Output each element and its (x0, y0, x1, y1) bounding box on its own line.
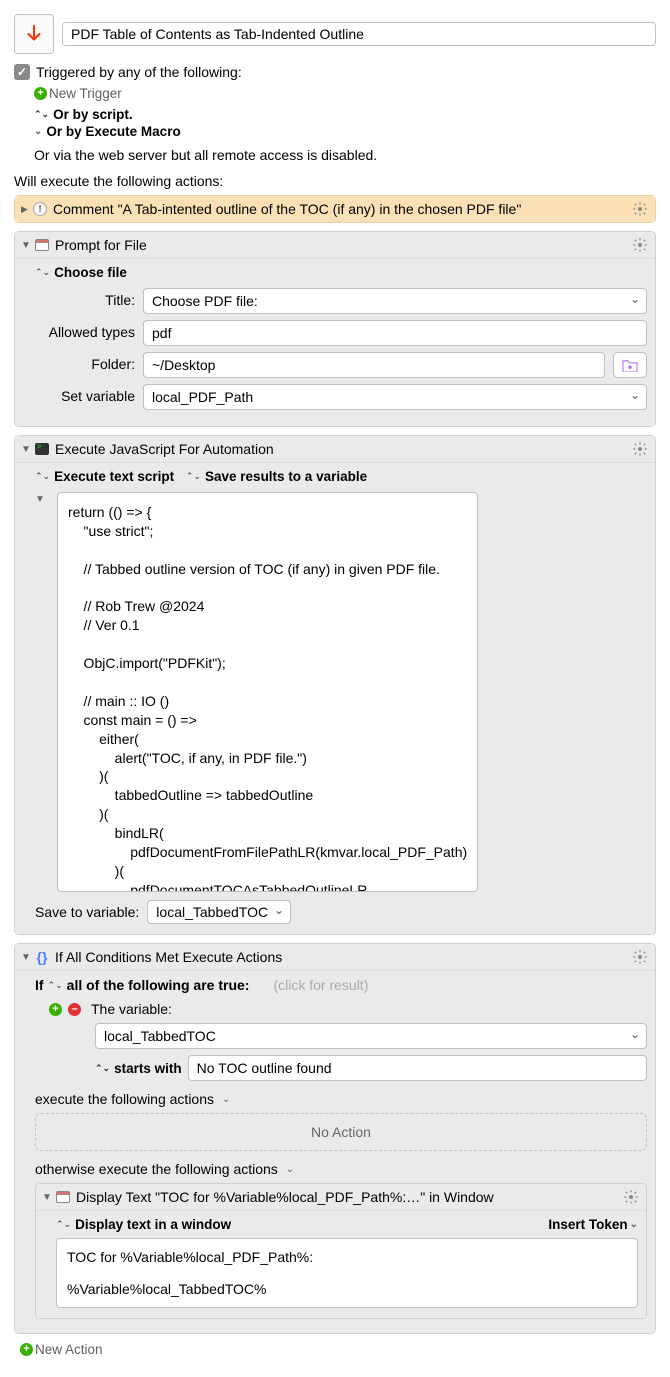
braces-icon: {} (37, 949, 48, 965)
or-by-script[interactable]: ⌃⌄ Or by script. (34, 107, 656, 122)
save-to-variable-field[interactable]: local_TabbedTOC (147, 900, 291, 924)
gear-icon[interactable] (631, 440, 649, 458)
window-icon (35, 239, 49, 251)
disclosure-right-icon[interactable]: ▶ (21, 204, 31, 215)
expand-icon: ⌃⌄ (48, 980, 63, 991)
folder-field[interactable]: ~/Desktop (143, 352, 605, 378)
gear-icon[interactable] (631, 200, 649, 218)
otherwise-label: otherwise execute the following actions (35, 1161, 278, 1177)
comment-action[interactable]: ▶ ! Comment "A Tab-intented outline of t… (14, 195, 656, 223)
expand-icon: ⌃⌄ (35, 471, 50, 482)
triggered-checkbox[interactable] (14, 64, 30, 80)
set-variable-field[interactable]: local_PDF_Path (143, 384, 647, 410)
set-variable-label: Set variable (35, 384, 135, 410)
execute-following-label: execute the following actions (35, 1091, 214, 1107)
disclosure-down-icon[interactable]: ▼ (21, 240, 33, 251)
display-in-window-option[interactable]: ⌃⌄ Display text in a window (56, 1217, 231, 1232)
if-label: If (35, 977, 44, 993)
condition-variable-field[interactable]: local_TabbedTOC (95, 1023, 647, 1049)
title-field[interactable]: Choose PDF file: (143, 288, 647, 314)
title-label: Title: (35, 288, 135, 314)
if-action: ▼ {} If All Conditions Met Execute Actio… (14, 943, 656, 1334)
chevron-down-icon[interactable]: ⌄ (222, 1094, 230, 1105)
all-true-option[interactable]: all of the following are true: (67, 977, 250, 993)
execute-jxa-action: ▼ Execute JavaScript For Automation ⌃⌄ E… (14, 435, 656, 935)
folder-label: Folder: (35, 352, 135, 378)
display-text-title: Display Text "TOC for %Variable%local_PD… (76, 1189, 622, 1205)
triggered-label: Triggered by any of the following: (36, 64, 242, 80)
expand-icon: ⌃⌄ (95, 1063, 110, 1074)
display-text-action: ▼ Display Text "TOC for %Variable%local_… (35, 1183, 647, 1319)
prompt-for-file-action: ▼ Prompt for File ⌃⌄ Choose file Title: … (14, 231, 656, 427)
gear-icon[interactable] (631, 236, 649, 254)
macro-title-input[interactable] (62, 22, 656, 46)
jxa-title: Execute JavaScript For Automation (55, 441, 631, 457)
save-to-variable-label: Save to variable: (35, 904, 139, 920)
save-results-option[interactable]: Save results to a variable (205, 469, 367, 484)
allowed-types-label: Allowed types (35, 320, 135, 346)
chevron-down-icon: ⌄ (34, 126, 42, 137)
execute-text-script-option[interactable]: Execute text script (54, 469, 174, 484)
remove-condition-button[interactable] (68, 1003, 81, 1016)
insert-token-button[interactable]: Insert Token ⌄ (548, 1217, 638, 1232)
variable-condition-label: The variable: (91, 1001, 172, 1017)
expand-icon: ⌃⌄ (34, 109, 49, 120)
web-server-note: Or via the web server but all remote acc… (34, 147, 656, 163)
expand-icon: ⌃⌄ (186, 471, 201, 482)
chevron-down-icon[interactable]: ⌄ (286, 1164, 294, 1175)
allowed-types-field[interactable]: pdf (143, 320, 647, 346)
window-icon (56, 1191, 70, 1203)
chevron-down-icon: ⌄ (630, 1219, 638, 1230)
plus-icon (34, 87, 47, 100)
gear-icon[interactable] (622, 1188, 640, 1206)
choose-file-option[interactable]: ⌃⌄ Choose file (35, 265, 647, 280)
add-condition-button[interactable] (49, 1003, 62, 1016)
expand-icon: ⌃⌄ (35, 267, 50, 278)
no-action-dropzone[interactable]: No Action (35, 1113, 647, 1151)
disclosure-down-icon[interactable]: ▼ (21, 444, 33, 455)
code-disclosure-icon[interactable]: ▼ (35, 494, 47, 892)
new-action-button[interactable]: New Action (20, 1342, 656, 1357)
condition-value-field[interactable]: No TOC outline found (188, 1055, 647, 1081)
click-for-result[interactable]: (click for result) (273, 977, 368, 993)
plus-icon (20, 1343, 33, 1356)
gear-icon[interactable] (631, 948, 649, 966)
if-title: If All Conditions Met Execute Actions (55, 949, 631, 965)
new-trigger-button[interactable]: New Trigger (34, 86, 656, 101)
display-text-body[interactable]: TOC for %Variable%local_PDF_Path%: %Vari… (56, 1238, 638, 1308)
or-by-execute-macro[interactable]: ⌄ Or by Execute Macro (34, 124, 656, 139)
condition-operator[interactable]: ⌃⌄ starts with (95, 1055, 182, 1081)
terminal-icon (35, 443, 49, 455)
disclosure-down-icon[interactable]: ▼ (21, 952, 33, 963)
comment-icon: ! (33, 202, 47, 216)
disclosure-down-icon[interactable]: ▼ (42, 1192, 54, 1203)
macro-icon[interactable] (14, 14, 54, 54)
prompt-title: Prompt for File (55, 237, 631, 253)
script-editor[interactable]: return (() => { "use strict"; // Tabbed … (57, 492, 478, 892)
comment-title: Comment "A Tab-intented outline of the T… (53, 201, 631, 217)
choose-folder-button[interactable] (613, 352, 647, 378)
exec-actions-label: Will execute the following actions: (14, 173, 656, 189)
expand-icon: ⌃⌄ (56, 1219, 71, 1230)
